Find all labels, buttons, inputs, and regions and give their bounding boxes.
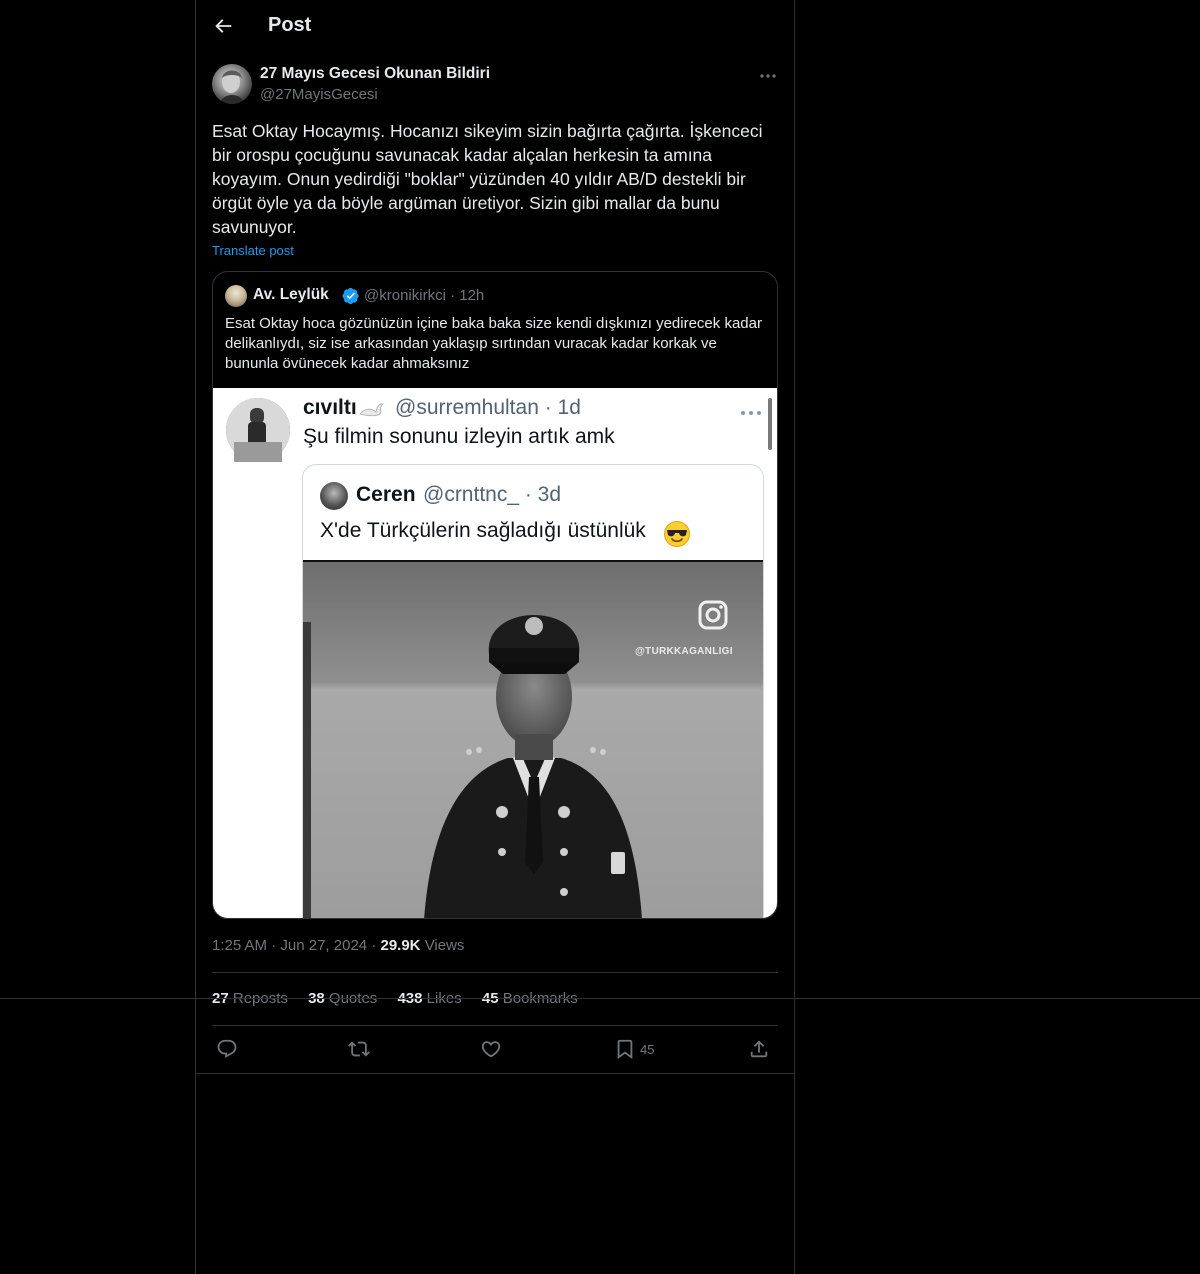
verified-badge-icon (342, 287, 360, 305)
translate-post-link[interactable]: Translate post (212, 243, 294, 258)
photo-watermark: @TURKKAGANLIGI (635, 646, 733, 657)
action-bar: 45 (212, 1038, 778, 1062)
top-bar: Post (196, 0, 794, 54)
like-button[interactable] (480, 1038, 502, 1060)
screenshot-quoted-post: Ceren @crnttnc_ · 3d X'de Türkçülerin sa… (302, 464, 764, 918)
reply-icon (217, 1039, 237, 1058)
back-arrow-icon[interactable] (212, 15, 234, 37)
post-metadata: 1:25 AM · Jun 27, 2024 · 29.9K Views (212, 937, 464, 954)
views-count: 29.9K (380, 937, 421, 954)
screenshot-quoted-handle: @crnttnc_ · 3d (423, 483, 562, 506)
officer-photo: @TURKKAGANLIGI (303, 560, 763, 918)
screenshot-post-text: Şu filmin sonunu izleyin artık amk (303, 425, 615, 448)
divider (212, 1025, 778, 1026)
repost-icon (348, 1041, 370, 1057)
horizontal-guide-line (0, 998, 1200, 999)
author-display-name[interactable]: 27 Mayıs Gecesi Okunan Bildiri (260, 65, 490, 83)
views-label: Views (424, 937, 465, 954)
bookmark-count: 45 (640, 1042, 655, 1057)
bookmark-button[interactable]: 45 (614, 1038, 674, 1060)
screenshot-more-icon (739, 404, 763, 415)
repost-button[interactable] (348, 1038, 370, 1060)
reply-button[interactable] (216, 1038, 238, 1060)
post-date[interactable]: Jun 27, 2024 (280, 937, 367, 954)
author-avatar[interactable] (212, 64, 252, 104)
quoted-post-image[interactable]: cıvıltı @surremhultan · 1d Şu filmin son… (213, 388, 777, 918)
post-author: 27 Mayıs Gecesi Okunan Bildiri @27MayisG… (212, 64, 778, 108)
divider (212, 972, 778, 973)
quoted-author-name: Av. Leylük (253, 286, 329, 303)
share-button[interactable] (748, 1038, 770, 1060)
bookmark-icon (617, 1039, 633, 1060)
primary-column: Post 27 Mayıs Gecesi Okunan Bildiri @27M… (195, 0, 795, 1274)
post-text: Esat Oktay Hocaymış. Hocanızı sikeyim si… (212, 121, 763, 237)
screenshot-quoted-avatar (320, 482, 348, 510)
quoted-post-header: Av. Leylük @kronikirkci · 12h (225, 284, 765, 308)
share-icon (750, 1040, 768, 1058)
heart-icon (481, 1041, 501, 1058)
screenshot-author-handle: @surremhultan · 1d (395, 396, 581, 419)
page-title: Post (268, 14, 312, 36)
quoted-post[interactable]: Av. Leylük @kronikirkci · 12h Esat Oktay… (212, 271, 778, 919)
quoted-author-avatar (225, 285, 247, 307)
screenshot-avatar (226, 398, 290, 462)
screenshot-quoted-text: X'de Türkçülerin sağladığı üstünlük (320, 519, 646, 542)
post-time[interactable]: 1:25 AM (212, 937, 267, 954)
meta-separator: · (271, 937, 281, 954)
screenshot-scrollbar (768, 398, 772, 450)
screenshot-quoted-name: Ceren (356, 483, 416, 506)
screenshot-author-name: cıvıltı (303, 396, 357, 419)
sunglasses-emoji-icon (663, 520, 691, 548)
swan-emoji-icon (358, 400, 386, 418)
quoted-author-handle: @kronikirkci · 12h (364, 287, 485, 304)
more-options-icon[interactable] (758, 66, 778, 86)
divider (196, 1073, 794, 1074)
quoted-post-text: Esat Oktay hoca gözünüzün içine baka bak… (225, 315, 762, 372)
author-handle[interactable]: @27MayisGecesi (260, 86, 378, 103)
